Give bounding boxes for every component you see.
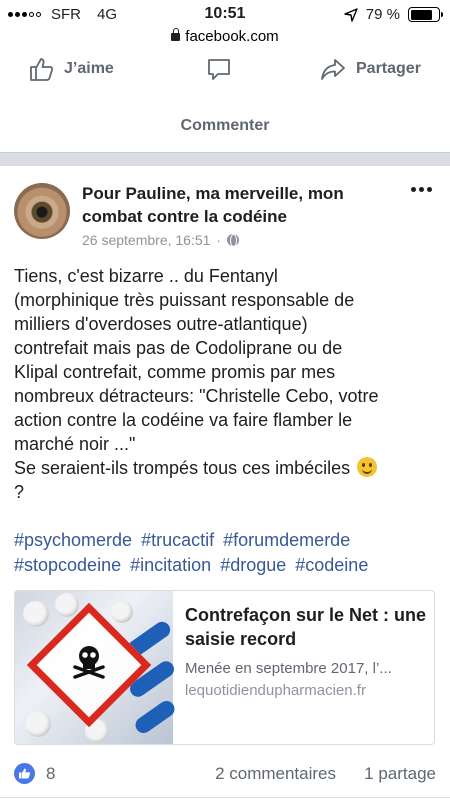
skull-crossbones-icon bbox=[73, 646, 105, 679]
post-stats: 8 2 commentaires 1 partage bbox=[14, 762, 436, 786]
post-text-line: Klipal contrefait, comme promis par mes bbox=[14, 362, 336, 382]
post-timestamp[interactable]: 26 septembre, 16:51 bbox=[82, 232, 210, 248]
share-label: Partager bbox=[356, 60, 421, 77]
post-text-line: Tiens, c'est bizarre .. du Fentanyl bbox=[14, 266, 278, 286]
comment-button[interactable]: Commenter bbox=[0, 117, 450, 135]
comments-count[interactable]: 2 commentaires bbox=[215, 764, 336, 784]
link-preview-image bbox=[15, 591, 178, 744]
like-button[interactable]: J’aime bbox=[28, 56, 114, 82]
like-label: J’aime bbox=[64, 60, 114, 77]
link-preview-card[interactable]: Contrefaçon sur le Net : une saisie reco… bbox=[14, 590, 435, 745]
post-text-line: nombreux détracteurs: "Christelle Cebo, … bbox=[14, 386, 379, 406]
hashtag-link[interactable]: #psychomerde bbox=[14, 530, 132, 550]
share-arrow-icon bbox=[321, 59, 345, 80]
like-reaction-icon bbox=[14, 763, 35, 784]
post-text-line: contrefait mais pas de Codoliprane ou de bbox=[14, 338, 343, 358]
lock-icon bbox=[171, 28, 181, 41]
feed-divider bbox=[0, 152, 450, 166]
shares-count[interactable]: 1 partage bbox=[364, 764, 436, 784]
battery-fill bbox=[410, 9, 432, 20]
hashtag-list: #psychomerde #trucactif #forumdemerde #s… bbox=[14, 528, 438, 578]
hashtag-link[interactable]: #incitation bbox=[130, 555, 211, 575]
speech-bubble-icon bbox=[208, 59, 230, 80]
post-text-line: milliers d'overdoses outre-atlantique) bbox=[14, 314, 308, 334]
link-description: Menée en septembre 2017, l’... bbox=[185, 660, 392, 677]
battery-icon bbox=[408, 7, 443, 22]
more-options-icon[interactable] bbox=[411, 187, 432, 192]
post-bottom-divider bbox=[0, 797, 450, 798]
link-preview-body: Contrefaçon sur le Net : une saisie reco… bbox=[185, 603, 429, 699]
link-domain: lequotidiendupharmacien.fr bbox=[185, 682, 366, 699]
post-text-line: ? bbox=[14, 482, 25, 502]
post-meta: 26 septembre, 16:51 · bbox=[82, 232, 240, 248]
reactions-count[interactable]: 8 bbox=[46, 764, 55, 784]
status-right: 79 % bbox=[344, 6, 443, 23]
smiley-emoji-icon bbox=[357, 457, 378, 477]
link-title: Contrefaçon sur le Net : une saisie reco… bbox=[185, 605, 427, 649]
share-button[interactable]: Partager bbox=[320, 56, 421, 82]
post-text: Tiens, c'est bizarre .. du Fentanyl (mor… bbox=[14, 264, 438, 504]
page-name-link[interactable]: Pour Pauline, ma merveille, mon combat c… bbox=[82, 182, 402, 228]
status-bar: SFR 4G 10:51 79 % bbox=[0, 0, 450, 30]
post-text-line: Se seraient-ils trompés tous ces imbécil… bbox=[14, 458, 351, 478]
battery-percent: 79 % bbox=[365, 6, 400, 23]
post-text-line: marché noir ..." bbox=[14, 434, 136, 454]
hashtag-link[interactable]: #codeine bbox=[295, 555, 368, 575]
thumbs-up-icon bbox=[30, 58, 54, 81]
post-text-line-with-emoji: Se seraient-ils trompés tous ces imbécil… bbox=[14, 456, 438, 480]
post-text-line: action contre la codéine va faire flambe… bbox=[14, 410, 353, 430]
hashtag-link[interactable]: #drogue bbox=[220, 555, 286, 575]
hashtag-link[interactable]: #stopcodeine bbox=[14, 555, 121, 575]
hashtag-link[interactable]: #trucactif bbox=[141, 530, 214, 550]
hashtag-link[interactable]: #forumdemerde bbox=[223, 530, 350, 550]
page-avatar[interactable] bbox=[14, 183, 70, 239]
comment-icon-button[interactable] bbox=[206, 56, 232, 82]
location-arrow-icon bbox=[344, 7, 358, 22]
url-text: facebook.com bbox=[185, 28, 279, 45]
globe-icon bbox=[227, 234, 240, 247]
url-bar[interactable]: facebook.com bbox=[0, 28, 450, 45]
post-text-line: (morphinique très puissant responsable d… bbox=[14, 290, 355, 310]
meta-separator: · bbox=[216, 232, 222, 248]
post-action-bar: J’aime Partager bbox=[0, 56, 450, 92]
